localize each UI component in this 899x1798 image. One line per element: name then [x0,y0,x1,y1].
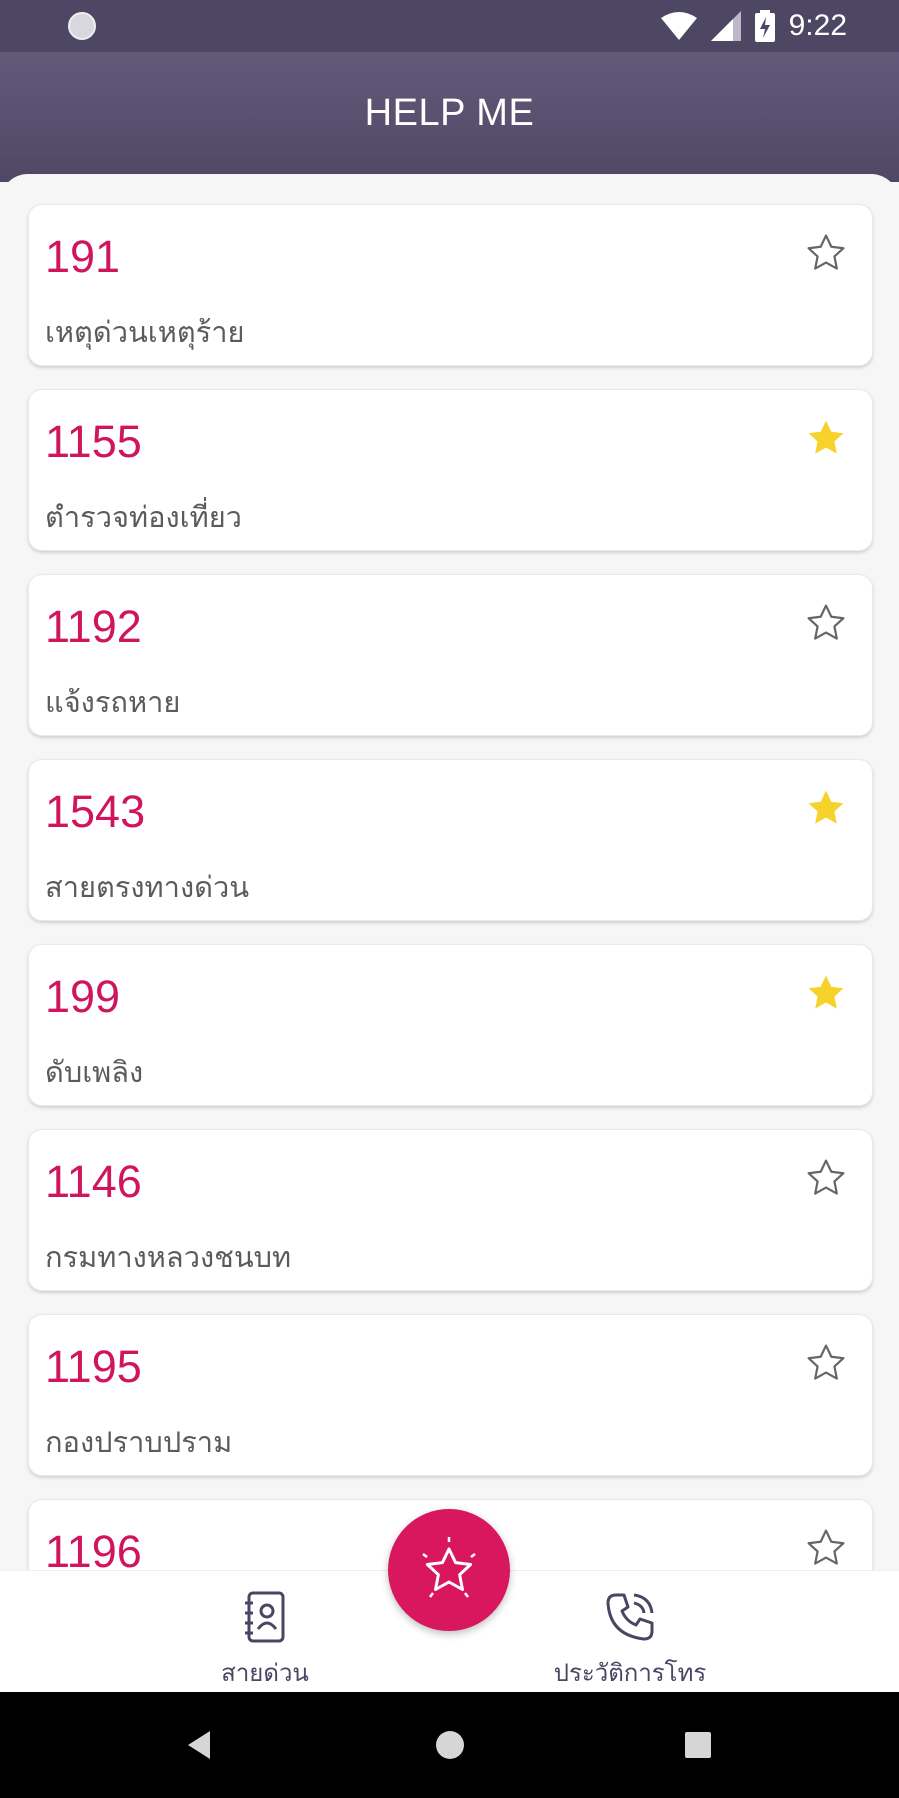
hotline-card[interactable]: 1195 กองปราบปราม [28,1314,873,1476]
hotline-description: ดับเพลิง [45,1055,144,1089]
nav-hotline-label: สายด่วน [221,1659,309,1687]
hotline-card[interactable]: 1543 สายตรงทางด่วน [28,759,873,921]
home-icon[interactable] [434,1729,466,1761]
hotline-card[interactable]: 1146 กรมทางหลวงชนบท [28,1129,873,1291]
nav-history-tab[interactable]: ประวัติการโทร [545,1589,715,1692]
hotline-description: สายตรงทางด่วน [45,870,250,904]
nav-history-label: ประวัติการโทร [553,1659,707,1687]
star-filled-icon[interactable] [804,786,848,830]
status-icons: 9:22 [660,8,847,44]
hotline-description: แจ้งรถหาย [45,685,181,719]
hotline-description: กองปราบปราม [45,1425,233,1459]
hotline-number: 1192 [45,601,142,652]
star-outline-icon[interactable] [804,1526,848,1570]
hotline-number: 1195 [45,1341,142,1392]
app-header: HELP ME [0,52,899,182]
star-outline-icon[interactable] [804,231,848,275]
nav-hotline-tab[interactable]: สายด่วน [190,1589,340,1692]
favorites-fab-button[interactable] [388,1509,510,1631]
status-bar: 9:22 [0,0,899,52]
system-navigation-bar [0,1692,899,1798]
phone-call-icon [606,1593,654,1641]
favorite-star-icon [422,1537,476,1598]
signal-icon [710,11,741,41]
star-filled-icon[interactable] [804,971,848,1015]
star-outline-icon[interactable] [804,1341,848,1385]
hotline-list[interactable]: 191 เหตุด่วนเหตุร้าย 1155 ตำรวจท่องเที่ย… [0,174,899,1570]
star-outline-icon[interactable] [804,1156,848,1200]
page-title: HELP ME [364,92,535,134]
sync-icon [68,12,96,40]
battery-charging-icon [754,10,775,42]
hotline-card[interactable]: 1155 ตำรวจท่องเที่ยว [28,389,873,551]
hotline-number: 1155 [45,416,142,467]
hotline-number: 199 [45,971,121,1022]
contacts-book-icon [245,1591,285,1643]
star-outline-icon[interactable] [804,601,848,645]
hotline-number: 1146 [45,1156,142,1207]
hotline-number: 1543 [45,786,146,837]
hotline-card[interactable]: 1192 แจ้งรถหาย [28,574,873,736]
hotline-description: กรมทางหลวงชนบท [45,1240,292,1274]
hotline-card[interactable]: 199 ดับเพลิง [28,944,873,1106]
back-icon[interactable] [184,1729,214,1761]
hotline-description: เหตุด่วนเหตุร้าย [45,315,245,349]
hotline-number: 191 [45,231,121,282]
hotline-card[interactable]: 191 เหตุด่วนเหตุร้าย [28,204,873,366]
status-time: 9:22 [788,9,847,42]
hotline-number: 1196 [45,1526,142,1570]
recents-icon[interactable] [684,1731,712,1759]
star-filled-icon[interactable] [804,416,848,460]
hotline-description: ตำรวจท่องเที่ยว [45,500,242,534]
wifi-icon [660,12,697,40]
